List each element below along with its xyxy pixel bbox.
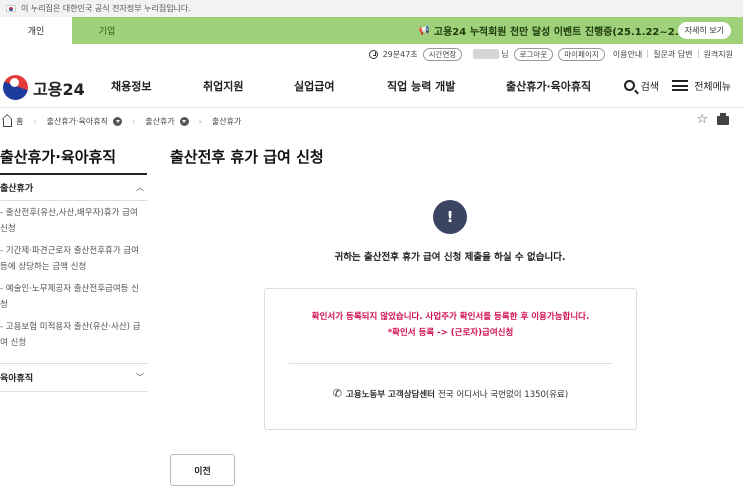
- page-title: 출산전후 휴가 급여 신청: [170, 148, 324, 166]
- alert-icon: !: [433, 200, 467, 234]
- error-message: 귀하는 출산전후 휴가 급여 신청 제출을 하실 수 없습니다.: [334, 252, 566, 263]
- info-box: 확인서가 등록되지 않았습니다. 사업주가 확인서를 등록한 후 이용가능합니다…: [264, 288, 637, 430]
- sidebar-section-maternity[interactable]: 출산휴가 ︿: [0, 173, 147, 201]
- megaphone-icon: 📢: [418, 25, 430, 36]
- contact-info: ✆ 고용노동부 고객상담센터 전국 어디서나 국번없이 1350(유료): [265, 387, 636, 400]
- chevron-right-icon: ›: [33, 116, 37, 126]
- sidebar-item-maternity-benefit[interactable]: - 출산전후(유산,사산,배우자)휴가 급여 신청: [0, 205, 147, 237]
- divider: [647, 50, 649, 58]
- warning-hint: *확인서 등록 -> (근로자)급여신청: [387, 328, 514, 338]
- breadcrumb-level3: 출산휴가: [211, 116, 242, 126]
- star-icon[interactable]: ☆: [696, 112, 708, 127]
- chevron-right-icon: ›: [132, 116, 136, 126]
- sidebar-item-temp-worker-benefit[interactable]: - 기간제·파견근로자 출산전후휴가 급여등에 상당하는 금액 신청: [0, 243, 147, 275]
- search-label: 검색: [640, 82, 659, 93]
- taegeuk-logo-icon: [3, 75, 28, 100]
- phone-icon: ✆: [332, 387, 342, 400]
- sidebar: 출산휴가 ︿ - 출산전후(유산,사산,배우자)휴가 급여 신청 - 기간제·파…: [0, 173, 147, 392]
- promo-text: 고용24 누적회원 천만 달성 이벤트 진행중(25.1.22~2.21): [433, 27, 697, 38]
- extend-time-button[interactable]: 시간연장: [422, 47, 463, 61]
- logout-button[interactable]: 로그아웃: [513, 47, 554, 61]
- gov-banner: 이 누리집은 대한민국 공식 전자정부 누리집입니다.: [0, 0, 743, 17]
- breadcrumb-level2[interactable]: 출산휴가: [145, 116, 174, 127]
- guide-link[interactable]: 이용안내: [613, 49, 642, 60]
- tab-business[interactable]: 기업: [72, 17, 142, 44]
- all-menu-label: 전체메뉴: [694, 82, 731, 93]
- tab-personal[interactable]: 개인: [0, 17, 72, 44]
- user-name-redacted: [473, 49, 500, 59]
- warning-text: 확인서가 등록되지 않았습니다. 사업주가 확인서를 등록한 후 이용가능합니다…: [311, 312, 590, 322]
- sidebar-item-uninsured-benefit[interactable]: - 고용보험 미적용자 출산(유산·사산) 급여 신청: [0, 319, 147, 351]
- main-navigation: 고용24 채용정보 취업지원 실업급여 직업 능력 개발 출산휴가·육아휴직 검…: [0, 66, 743, 108]
- contact-label: 고용노동부 고객상담센터: [346, 389, 435, 400]
- divider: [289, 363, 612, 364]
- breadcrumb-home[interactable]: 홈: [16, 116, 23, 127]
- home-icon: [3, 118, 12, 127]
- chevron-right-icon: ›: [198, 116, 202, 126]
- search-button[interactable]: 검색: [623, 78, 659, 93]
- dropdown-icon[interactable]: [179, 116, 189, 126]
- promo-detail-button[interactable]: 자세히 보기: [677, 22, 731, 39]
- logo-text: 고용24: [33, 79, 85, 99]
- promo-banner[interactable]: 📢 고용24 누적회원 천만 달성 이벤트 진행중(25.1.22~2.21): [419, 17, 697, 44]
- print-icon[interactable]: [717, 113, 729, 125]
- korea-flag-icon: [6, 5, 16, 12]
- dropdown-icon[interactable]: [113, 116, 123, 126]
- divider: [697, 50, 699, 58]
- sidebar-section-parental-leave[interactable]: 육아휴직 ﹀: [0, 364, 147, 392]
- chevron-up-icon: ︿: [136, 183, 144, 192]
- contact-text: 전국 어디서나 국번없이 1350(유료): [437, 389, 569, 400]
- top-tab-bar: 개인 기업 📢 고용24 누적회원 천만 달성 이벤트 진행중(25.1.22~…: [0, 17, 743, 44]
- faq-link[interactable]: 질문과 답변: [653, 49, 692, 60]
- gov-banner-text: 이 누리집은 대한민국 공식 전자정부 누리집입니다.: [21, 4, 191, 13]
- nav-item-maternity-parental-leave[interactable]: 출산휴가·육아휴직: [506, 78, 591, 94]
- chevron-down-icon: ﹀: [136, 373, 144, 382]
- sidebar-section-label: 육아휴직: [0, 374, 34, 384]
- session-time: 29분47초: [382, 49, 418, 59]
- user-suffix: 님: [501, 49, 509, 59]
- sidebar-title: 출산휴가·육아휴직: [0, 148, 117, 166]
- user-name: 님: [473, 49, 509, 60]
- mypage-button[interactable]: 마이페이지: [558, 47, 605, 61]
- hamburger-icon: [672, 80, 689, 91]
- nav-item-jobs[interactable]: 채용정보: [111, 78, 151, 94]
- previous-button[interactable]: 이전: [170, 454, 235, 486]
- sidebar-item-artist-benefit[interactable]: - 예술인·노무제공자 출산전후급여등 신청: [0, 281, 147, 313]
- sidebar-section-label: 출산휴가: [0, 184, 34, 194]
- utility-bar: 29분47초 시간연장 님 로그아웃 마이페이지 이용안내 질문과 답변 원격지…: [368, 46, 733, 62]
- nav-item-employment-support[interactable]: 취업지원: [203, 78, 243, 94]
- nav-item-unemployment-benefit[interactable]: 실업급여: [294, 78, 334, 94]
- sidebar-list: - 출산전후(유산,사산,배우자)휴가 급여 신청 - 기간제·파견근로자 출산…: [0, 201, 147, 364]
- nav-item-vocational-training[interactable]: 직업 능력 개발: [387, 78, 455, 94]
- all-menu-button[interactable]: 전체메뉴: [672, 78, 731, 93]
- site-logo[interactable]: 고용24: [3, 75, 85, 100]
- breadcrumb-level1[interactable]: 출산휴가·육아휴직: [47, 116, 108, 127]
- clock-icon: [368, 49, 378, 59]
- remote-support-link[interactable]: 원격지원: [704, 49, 733, 60]
- search-icon: [623, 80, 635, 91]
- breadcrumb: 홈 › 출산휴가·육아휴직 › 출산휴가 › 출산휴가: [0, 111, 743, 131]
